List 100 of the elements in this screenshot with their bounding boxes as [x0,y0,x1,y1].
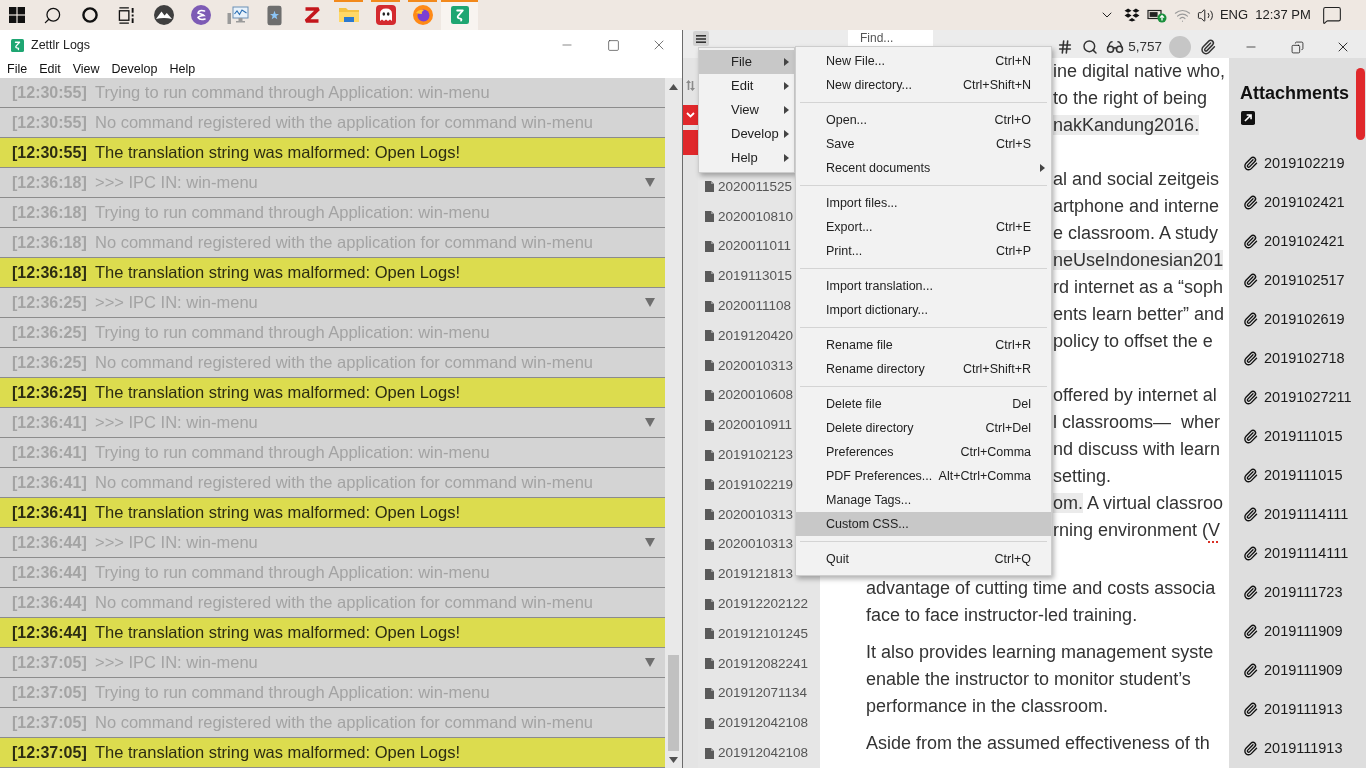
log-message: The translation string was malformed: Open Logs! [95,742,460,764]
attachment-item[interactable]: 2019102619 [1240,300,1345,339]
document-entry[interactable]: 2020011108 [698,291,792,321]
attachment-item[interactable]: 2019111723 [1240,573,1343,612]
menu-bar-item[interactable]: View [66,60,106,78]
document-entry[interactable]: 201912042108 [698,738,809,768]
log-time: [12:36:25] [11,382,88,403]
document-entry[interactable]: 2020010608 [698,380,794,411]
battery-icon [1147,7,1167,23]
file-icon [705,628,714,640]
document-entry[interactable]: 2019121813 [698,559,794,590]
menu-item[interactable]: Save Ctrl+S [796,132,1051,156]
menu-item[interactable]: Import translation... [796,274,1051,298]
document-entry[interactable]: 2020011011 [698,231,792,262]
menu-item[interactable]: PDF Preferences... Alt+Ctrl+Comma [796,464,1051,488]
document-entry[interactable]: 201912082241 [698,648,809,679]
menu-bar-item[interactable]: Edit [33,60,67,78]
document-entry[interactable]: 201912202122 [698,589,809,619]
clock[interactable]: 12:37 PM [1252,0,1314,30]
menu-item[interactable]: Export... Ctrl+E [796,215,1051,239]
document-entry[interactable]: 201912101245 [698,618,809,649]
attachment-item[interactable]: 20191027211 [1240,378,1352,417]
triangle-down-icon[interactable] [645,658,655,667]
triangle-down-icon[interactable] [645,178,655,187]
menu-item[interactable]: Recent documents [796,156,1051,180]
attachment-item[interactable]: 2019102517 [1240,261,1345,300]
menu-item[interactable]: Help [699,146,794,170]
menu-item[interactable]: Delete file Del [796,392,1051,416]
scroll-up-icon[interactable] [669,83,678,90]
keyboard-shortcut: Ctrl+E [994,218,1031,236]
document-entry[interactable]: 2019102123 [698,440,794,470]
file-icon [705,538,714,550]
menu-item[interactable]: Develop [699,122,794,146]
menu-item[interactable]: New directory... Ctrl+Shift+N [796,73,1051,97]
document-entry[interactable]: 201912042108 [698,708,809,739]
attachment-item[interactable]: 2019102421 [1240,183,1345,222]
menu-item[interactable]: Manage Tags... [796,488,1051,512]
menu-item[interactable]: Print... Ctrl+P [796,239,1051,263]
log-time: [12:37:05] [11,742,88,763]
attachment-item[interactable]: 2019111913 [1240,729,1343,768]
menu-item[interactable]: Rename file Ctrl+R [796,333,1051,357]
attachment-item[interactable]: 20191114111 [1240,495,1349,534]
attachment-item[interactable]: 2019102421 [1240,222,1345,261]
document-entry[interactable]: 2020010313 [698,350,794,381]
attachment-item[interactable]: 2019111015 [1240,417,1343,456]
open-external-icon[interactable] [1240,111,1256,125]
document-entry[interactable]: 2019113015 [698,261,793,292]
glasses-icon[interactable] [1106,38,1125,56]
sort-arrows-icon[interactable] [686,80,695,91]
menu-item[interactable]: Delete directory Ctrl+Del [796,416,1051,440]
document-entry[interactable]: 2020011525 [698,172,793,202]
paperclip-icon [1243,741,1258,756]
scrollbar-thumb[interactable] [668,655,679,751]
scrollbar-thumb[interactable] [1356,68,1365,140]
menu-item[interactable]: Custom CSS... [796,512,1051,536]
menu-item[interactable]: View [699,98,794,122]
attachment-item[interactable]: 2019111909 [1240,651,1343,690]
menu-item[interactable]: Edit [699,74,794,98]
triangle-down-icon[interactable] [645,538,655,547]
document-entry[interactable]: 2020010313 [698,499,794,530]
menu-item[interactable]: Preferences Ctrl+Comma [796,440,1051,464]
document-entry[interactable]: 2020010911 [698,410,793,441]
menu-item[interactable]: Import files... [796,191,1051,215]
paperclip-icon [1243,351,1258,366]
document-entry[interactable]: 2019102219 [698,469,794,500]
paperclip-icon[interactable] [1200,39,1216,55]
speaker-icon [1196,6,1214,24]
search-icon[interactable] [1082,39,1099,55]
menu-item[interactable]: Quit Ctrl+Q [796,547,1051,571]
menu-item[interactable]: Rename directory Ctrl+Shift+R [796,357,1051,381]
hash-icon[interactable] [1057,39,1074,55]
scroll-down-icon[interactable] [669,756,678,763]
chevron-down-icon[interactable] [683,105,698,125]
menu-bar-item[interactable]: Develop [105,60,164,78]
attachment-item[interactable]: 2019102718 [1240,339,1345,378]
menu-item[interactable]: Open... Ctrl+O [796,108,1051,132]
search-field[interactable]: Find... [848,30,933,46]
attachment-item[interactable]: 2019102219 [1240,144,1345,183]
menu-item[interactable]: New File... Ctrl+N [796,49,1051,73]
language-indicator[interactable]: ENG [1216,0,1252,30]
attachment-item[interactable]: 2019111913 [1240,690,1343,729]
keyboard-shortcut: Ctrl+Shift+N [961,76,1031,94]
document-entry[interactable]: 201912071134 [698,678,808,709]
triangle-down-icon[interactable] [645,418,655,427]
folder-icon [337,6,360,24]
menu-button[interactable] [693,31,709,46]
menu-item[interactable]: File [699,50,794,74]
attachment-item[interactable]: 2019111015 [1240,456,1343,495]
attachment-item[interactable]: 2019111909 [1240,612,1343,651]
triangle-down-icon[interactable] [645,298,655,307]
menu-bar-item[interactable]: File [1,60,34,78]
document-entry[interactable]: 2020010810 [698,201,794,232]
attachment-item[interactable]: 20191114111 [1240,534,1349,573]
panel-title: Attachments [1240,82,1350,105]
menu-item[interactable]: Import dictionary... [796,298,1051,322]
file-icon [705,360,714,372]
paperclip-icon [1243,468,1258,483]
document-entry[interactable]: 2019120420 [698,321,794,351]
menu-bar-item[interactable]: Help [163,60,202,78]
document-entry[interactable]: 2020010313 [698,529,794,560]
